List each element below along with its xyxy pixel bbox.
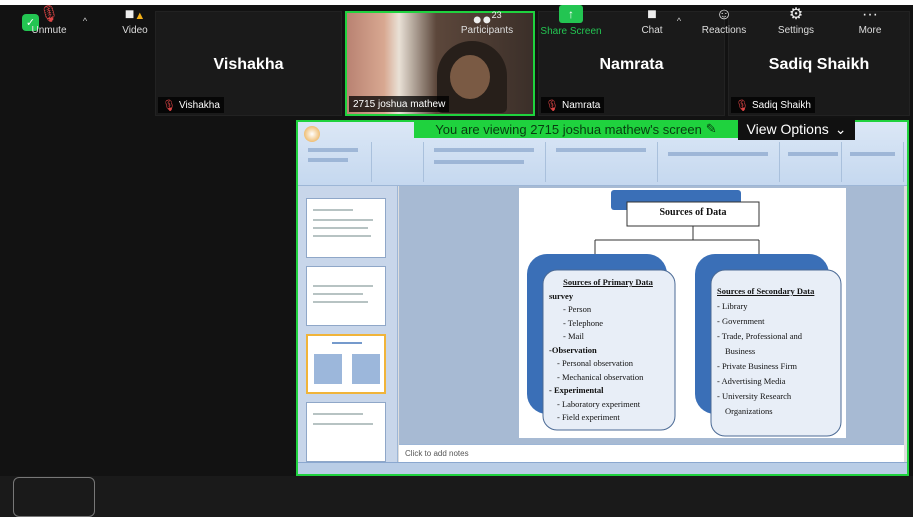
slide-editing-area[interactable]: Sources of Data Sources of Primary Data …: [399, 186, 904, 444]
slide-thumbnails-panel[interactable]: [298, 186, 398, 462]
slide-thumbnail[interactable]: [306, 266, 386, 326]
office-button-icon: [304, 126, 320, 142]
share-screen-button[interactable]: ↑ Share Screen: [534, 0, 608, 41]
ribbon-group-drawing: [660, 142, 780, 182]
zoom-meeting-window: ✓ Vishakha 🎙 Vishakha 2715 joshua mathew…: [0, 0, 913, 517]
chat-button[interactable]: ■ Chat: [632, 0, 672, 41]
participant-label: 🎙 Namrata: [541, 97, 605, 113]
reactions-button[interactable]: ☺ Reactions: [696, 0, 752, 41]
gear-icon: ⚙: [788, 6, 804, 23]
ribbon-group-arrange: [782, 142, 842, 182]
video-person-face: [450, 55, 490, 99]
slide-title: Sources of Data: [659, 207, 727, 218]
participant-label: 🎙 Sadiq Shaikh: [731, 97, 815, 113]
secondary-data-box: Sources of Secondary Data - Library - Go…: [717, 286, 815, 416]
audio-options-caret[interactable]: ^: [78, 0, 92, 41]
mic-muted-icon: 🎙: [735, 99, 749, 112]
chevron-up-icon: ^: [676, 15, 682, 26]
more-button[interactable]: ··· More: [848, 0, 892, 41]
current-slide[interactable]: Sources of Data Sources of Primary Data …: [519, 188, 846, 438]
chevron-down-icon: ⌄: [834, 120, 847, 137]
chevron-up-icon: ^: [82, 15, 88, 26]
chat-bubble-icon: ■: [647, 6, 657, 23]
mic-muted-icon: 🎙: [38, 6, 60, 23]
participant-name: Namrata: [599, 56, 664, 73]
ribbon-group-slides: [374, 142, 424, 182]
participant-label: 2715 joshua mathew: [349, 96, 450, 112]
more-dots-icon: ···: [862, 6, 878, 23]
participant-label: 🎙 Vishakha: [158, 97, 224, 113]
primary-data-box: Sources of Primary Data survey - Person …: [549, 277, 653, 422]
video-button[interactable]: ■▲ Video: [110, 0, 160, 41]
participant-tile-vishakha[interactable]: Vishakha 🎙 Vishakha: [155, 11, 342, 116]
participants-button[interactable]: ●●23 Participants: [453, 0, 521, 41]
participant-name: Sadiq Shaikh: [768, 56, 870, 73]
settings-button[interactable]: ⚙ Settings: [772, 0, 820, 41]
slide-thumbnail-selected[interactable]: [306, 334, 386, 394]
ribbon-group-editing: [844, 142, 904, 182]
mic-muted-icon: 🎙: [545, 99, 559, 112]
meeting-toolbar: [0, 476, 913, 517]
participants-icon: ●●23: [472, 10, 502, 29]
mic-muted-icon: 🎙: [162, 99, 176, 112]
slide-thumbnail[interactable]: [306, 402, 386, 462]
unmute-focus-outline: [13, 477, 95, 517]
pin-icon: ✎: [705, 121, 717, 136]
shared-screen[interactable]: Sources of Data Sources of Primary Data …: [296, 120, 909, 476]
emoji-plus-icon: ☺: [715, 6, 733, 23]
video-camera-warning-icon: ■▲: [124, 6, 146, 23]
viewing-screen-banner: You are viewing 2715 joshua mathew's scr…: [414, 120, 738, 138]
powerpoint-status-bar: [298, 462, 907, 474]
slide-thumbnail[interactable]: [306, 198, 386, 258]
view-options-button[interactable]: View Options ⌄: [738, 118, 855, 140]
share-screen-icon: ↑: [559, 4, 583, 23]
notes-pane[interactable]: Click to add notes: [399, 444, 904, 462]
unmute-button[interactable]: 🎙 Unmute: [22, 0, 76, 41]
chat-options-caret[interactable]: ^: [672, 0, 686, 41]
participant-name: Vishakha: [213, 56, 284, 73]
